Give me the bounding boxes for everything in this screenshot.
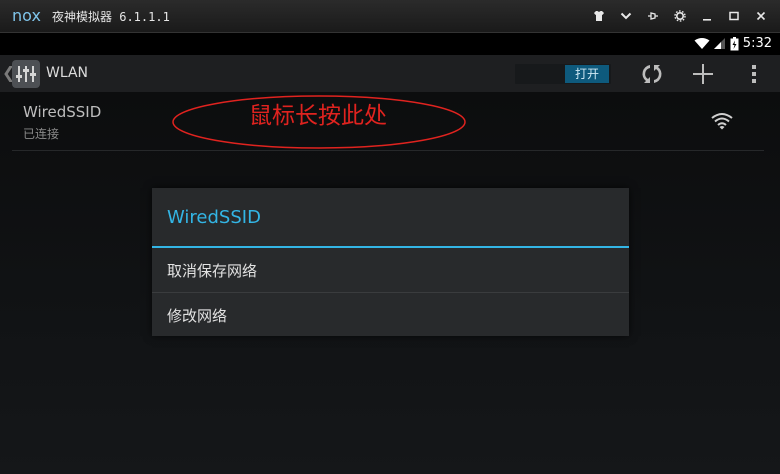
forget-network-label: 取消保存网络: [167, 262, 258, 280]
page-title: WLAN: [46, 65, 89, 81]
close-icon[interactable]: [747, 6, 774, 26]
svg-text:nox: nox: [12, 6, 41, 25]
settings-app-icon[interactable]: [12, 60, 40, 88]
maximize-icon[interactable]: [720, 6, 747, 26]
battery-icon: [730, 36, 739, 50]
action-bar: ❮ WLAN 打开: [0, 55, 780, 92]
minimize-icon[interactable]: [693, 6, 720, 26]
status-bar: 5:32: [0, 33, 780, 55]
modify-network-option[interactable]: 修改网络: [152, 293, 629, 336]
status-icons: 5:32: [694, 36, 772, 51]
wps-icon[interactable]: [639, 61, 665, 87]
clock: 5:32: [742, 36, 772, 51]
overflow-menu-icon[interactable]: [741, 61, 767, 87]
emulator-window: nox 夜神模拟器 6.1.1.1 5:32 ❮ WLAN 打开 WiredSS…: [0, 0, 780, 474]
dialog-title: WiredSSID: [167, 207, 261, 228]
shirt-icon[interactable]: [585, 6, 612, 26]
annotation-text: 鼠标长按此处: [249, 103, 387, 129]
wlan-toggle-switch[interactable]: 打开: [565, 65, 609, 83]
window-controls: [585, 6, 774, 26]
nox-logo: nox: [12, 6, 41, 25]
chevron-down-icon[interactable]: [612, 6, 639, 26]
add-network-icon[interactable]: [690, 61, 716, 87]
forget-network-option[interactable]: 取消保存网络: [152, 248, 629, 291]
network-status: 已连接: [23, 127, 60, 141]
wifi-signal-icon: [711, 113, 733, 130]
network-name: WiredSSID: [23, 103, 102, 121]
title-bar: nox 夜神模拟器 6.1.1.1: [0, 0, 780, 33]
cell-signal-icon: [713, 38, 725, 49]
network-context-dialog: WiredSSID 取消保存网络 修改网络: [152, 188, 629, 336]
modify-network-label: 修改网络: [167, 307, 228, 325]
wifi-status-icon: [694, 38, 710, 49]
window-title: 夜神模拟器 6.1.1.1: [52, 10, 170, 24]
wlan-list: WiredSSID 已连接 鼠标长按此处 WiredSSID 取消保存网络 修改…: [0, 92, 780, 474]
gear-icon[interactable]: [666, 6, 693, 26]
pin-icon[interactable]: [639, 6, 666, 26]
